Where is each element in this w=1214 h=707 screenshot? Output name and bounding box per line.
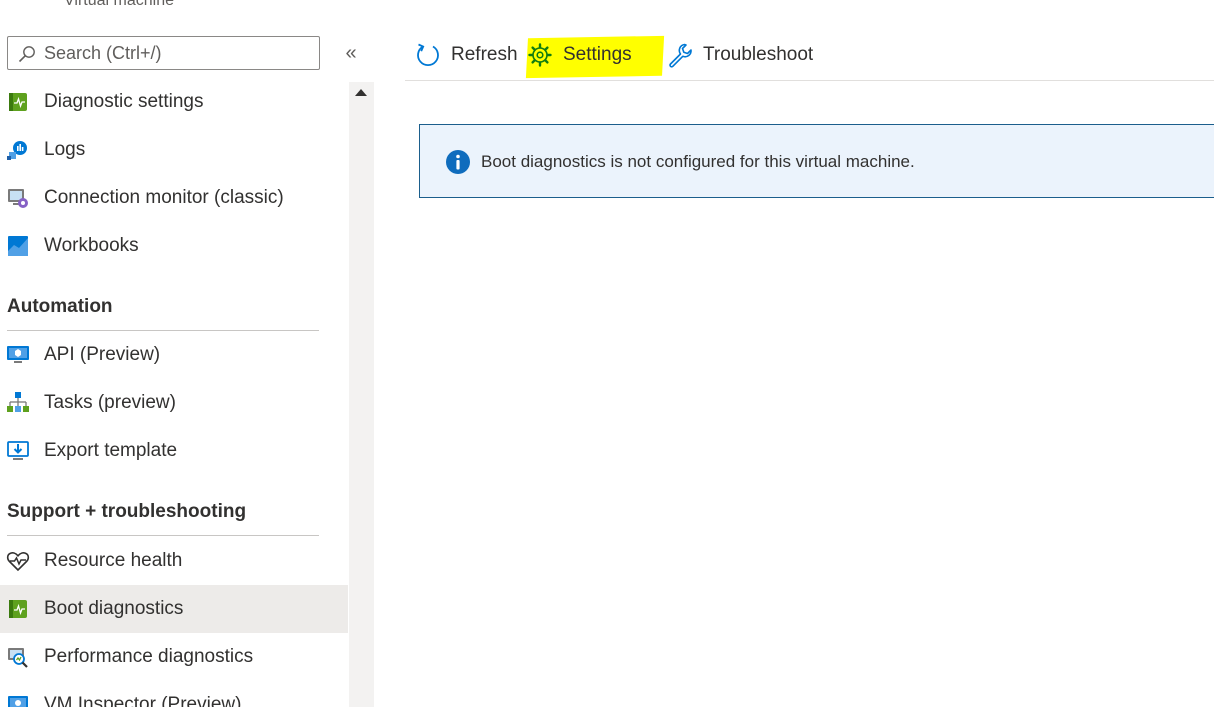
resource-type-label: Virtual machine (64, 0, 174, 9)
settings-label: Settings (563, 44, 632, 65)
nav-item-label: Resource health (44, 550, 183, 571)
nav-item-connection-monitor[interactable]: Connection monitor (classic) (0, 174, 348, 222)
nav-item-label: Performance diagnostics (44, 646, 254, 667)
nav-item-label: Boot diagnostics (44, 598, 184, 619)
wrench-icon (669, 43, 692, 68)
resource-menu: Diagnostic settings Logs Connection moni… (0, 78, 348, 707)
troubleshoot-button[interactable]: Troubleshoot (667, 38, 813, 72)
command-bar: Refresh Settings Troubleshoot (405, 34, 1214, 81)
performance-diagnostics-icon (8, 648, 28, 668)
nav-item-label: Connection monitor (classic) (44, 187, 284, 208)
logs-icon (7, 141, 27, 160)
nav-item-api[interactable]: API (Preview) (0, 331, 348, 379)
export-template-icon (7, 441, 29, 460)
nav-item-logs[interactable]: Logs (0, 126, 348, 174)
workbooks-icon (8, 236, 28, 256)
api-icon (7, 346, 29, 363)
portal-blade: Virtual machine « Diagnostic settings (0, 0, 1214, 707)
nav-item-label: Export template (44, 440, 178, 461)
troubleshoot-label: Troubleshoot (703, 44, 814, 65)
settings-button[interactable]: Settings (527, 38, 632, 72)
nav-item-label: API (Preview) (44, 344, 161, 365)
refresh-icon (417, 43, 439, 67)
nav-item-performance-diagnostics[interactable]: Performance diagnostics (0, 633, 348, 681)
gear-icon (528, 43, 552, 67)
vm-inspector-icon (8, 696, 28, 707)
scroll-up-arrow-icon[interactable] (355, 89, 367, 96)
nav-item-diagnostic-settings[interactable]: Diagnostic settings (0, 78, 348, 126)
nav-item-label: Logs (44, 139, 86, 160)
info-icon (446, 150, 470, 174)
nav-scrollbar[interactable] (349, 82, 374, 707)
collapse-menu-button[interactable]: « (339, 40, 363, 66)
nav-item-export-template[interactable]: Export template (0, 427, 348, 475)
section-header-automation: Automation (7, 296, 319, 331)
nav-item-label: VM Inspector (Preview) (44, 694, 242, 707)
info-banner: Boot diagnostics is not configured for t… (419, 124, 1214, 198)
nav-item-vm-inspector[interactable]: VM Inspector (Preview) (0, 681, 348, 707)
section-header-support: Support + troubleshooting (7, 501, 319, 536)
info-message: Boot diagnostics is not configured for t… (481, 152, 915, 171)
search-icon (18, 46, 35, 63)
nav-item-label: Tasks (preview) (44, 392, 176, 413)
nav-item-label: Diagnostic settings (44, 91, 204, 112)
nav-item-workbooks[interactable]: Workbooks (0, 222, 348, 270)
tasks-icon (7, 392, 29, 412)
diagnostic-settings-icon (9, 93, 27, 111)
nav-item-boot-diagnostics[interactable]: Boot diagnostics (0, 585, 348, 633)
search-input[interactable] (44, 41, 312, 65)
nav-item-resource-health[interactable]: Resource health (0, 537, 348, 585)
connection-monitor-icon (8, 189, 28, 208)
nav-item-label: Workbooks (44, 235, 139, 256)
refresh-button[interactable]: Refresh (415, 38, 518, 72)
refresh-label: Refresh (451, 44, 518, 65)
boot-diagnostics-icon (9, 600, 27, 618)
search-box[interactable] (7, 36, 320, 70)
heart-pulse-icon (6, 552, 30, 572)
nav-item-tasks[interactable]: Tasks (preview) (0, 379, 348, 427)
